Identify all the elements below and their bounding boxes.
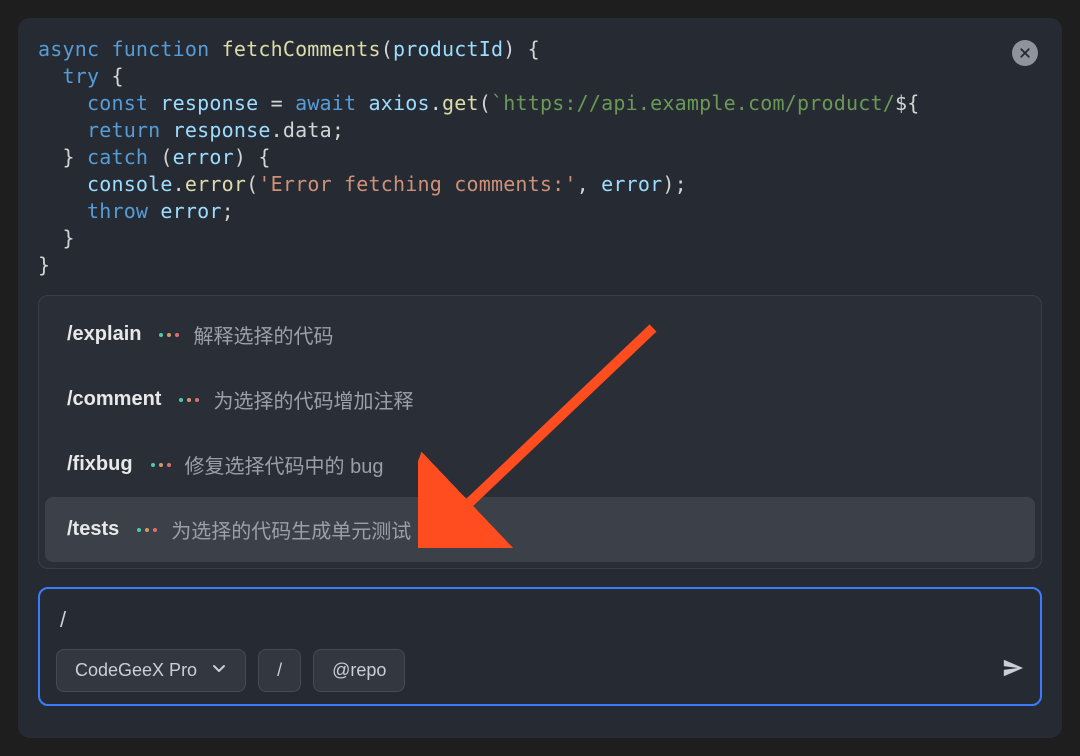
- dots-icon: [137, 528, 157, 532]
- send-icon[interactable]: [1002, 657, 1024, 684]
- command-comment[interactable]: /comment 为选择的代码增加注释: [45, 367, 1035, 432]
- assistant-panel: async function fetchComments(productId) …: [18, 18, 1062, 738]
- slash-commands-button[interactable]: /: [258, 649, 301, 692]
- close-icon[interactable]: [1012, 40, 1038, 66]
- dots-icon: [159, 333, 179, 337]
- repo-context-button[interactable]: @repo: [313, 649, 405, 692]
- code-text: async function fetchComments(productId) …: [38, 36, 1042, 279]
- command-name: /fixbug: [67, 453, 133, 476]
- input-text[interactable]: /: [56, 603, 1024, 633]
- command-desc: 为选择的代码增加注释: [213, 385, 413, 414]
- command-explain[interactable]: /explain 解释选择的代码: [45, 302, 1035, 367]
- dots-icon: [179, 398, 199, 402]
- model-label: CodeGeeX Pro: [75, 660, 197, 681]
- command-desc: 为选择的代码生成单元测试: [171, 515, 411, 544]
- command-name: /explain: [67, 323, 141, 346]
- command-suggestions: /explain 解释选择的代码/comment 为选择的代码增加注释/fixbug…: [38, 295, 1042, 569]
- command-name: /comment: [67, 388, 161, 411]
- chevron-down-icon: [211, 660, 227, 681]
- model-selector[interactable]: CodeGeeX Pro: [56, 649, 246, 692]
- input-toolbar: CodeGeeX Pro / @repo: [56, 649, 1024, 692]
- command-fixbug[interactable]: /fixbug 修复选择代码中的 bug: [45, 432, 1035, 497]
- command-tests[interactable]: /tests 为选择的代码生成单元测试: [45, 497, 1035, 562]
- code-block: async function fetchComments(productId) …: [38, 36, 1042, 279]
- chat-input[interactable]: / CodeGeeX Pro / @repo: [38, 587, 1042, 706]
- dots-icon: [151, 463, 171, 467]
- command-desc: 修复选择代码中的 bug: [185, 450, 384, 479]
- command-desc: 解释选择的代码: [193, 320, 333, 349]
- command-name: /tests: [67, 518, 119, 541]
- slash-chip-label: /: [277, 660, 282, 681]
- repo-chip-label: @repo: [332, 660, 386, 681]
